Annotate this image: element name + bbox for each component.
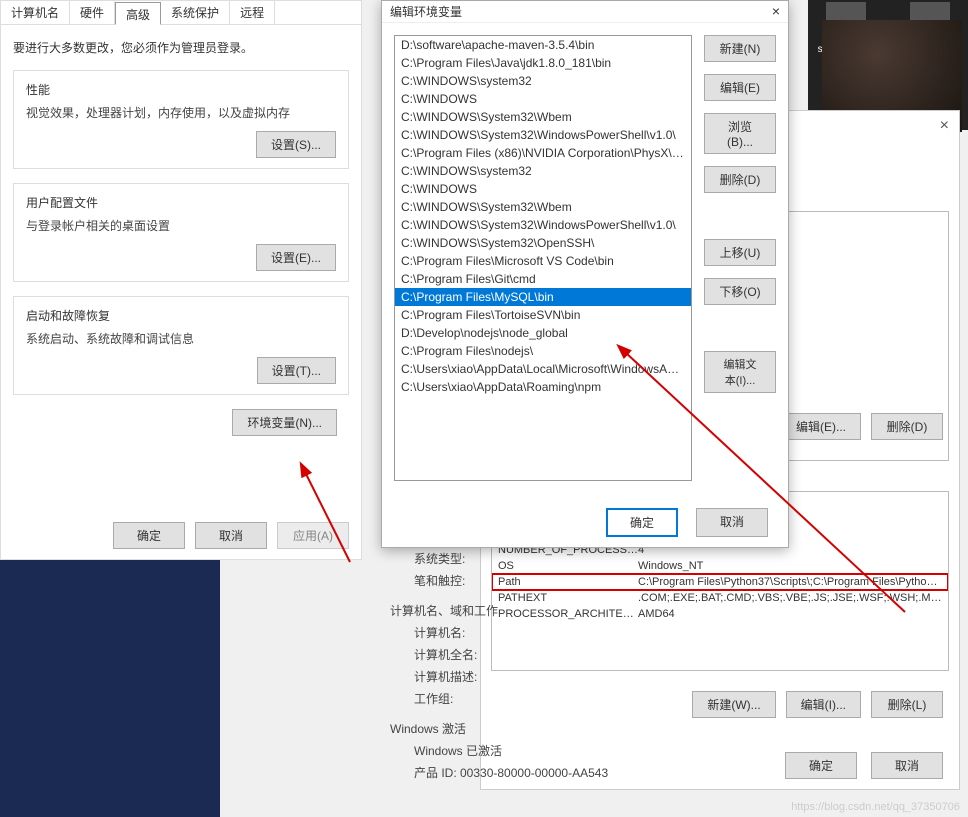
label: 工作组:: [414, 688, 486, 710]
path-item[interactable]: C:\Program Files (x86)\NVIDIA Corporatio…: [395, 144, 691, 162]
tab-bar: 计算机名 硬件 高级 系统保护 远程: [1, 1, 361, 25]
tab-system-protection[interactable]: 系统保护: [161, 1, 230, 24]
desktop-photo-left: [0, 560, 220, 817]
tab-advanced[interactable]: 高级: [115, 2, 161, 25]
watermark: https://blog.csdn.net/qq_37350706: [791, 801, 960, 813]
new-button[interactable]: 新建(W)...: [692, 691, 775, 718]
admin-hint: 要进行大多数更改，您必须作为管理员登录。: [13, 39, 349, 56]
browse-button[interactable]: 浏览(B)...: [704, 113, 776, 154]
startup-recovery-group: 启动和故障恢复 系统启动、系统故障和调试信息 设置(T)...: [13, 296, 349, 395]
edit-environment-variable-dialog: 编辑环境变量 × D:\software\apache-maven-3.5.4\…: [381, 0, 789, 548]
dialog-titlebar: 编辑环境变量 ×: [382, 1, 788, 23]
close-icon[interactable]: ×: [940, 117, 949, 135]
path-item[interactable]: C:\Program Files\Java\jdk1.8.0_181\bin: [395, 54, 691, 72]
path-item[interactable]: C:\Program Files\nodejs\: [395, 342, 691, 360]
path-item[interactable]: C:\WINDOWS\system32: [395, 162, 691, 180]
dialog-footer: 确定 取消: [785, 752, 943, 779]
ok-button[interactable]: 确定: [606, 508, 678, 537]
path-item[interactable]: C:\WINDOWS\System32\WindowsPowerShell\v1…: [395, 126, 691, 144]
system-var-buttons: 新建(W)... 编辑(I)... 删除(L): [692, 691, 943, 718]
apply-button[interactable]: 应用(A): [277, 522, 349, 549]
move-down-button[interactable]: 下移(O): [704, 278, 776, 305]
dialog-footer: 确定 取消: [606, 508, 768, 537]
path-item[interactable]: C:\WINDOWS\System32\Wbem: [395, 198, 691, 216]
ok-button[interactable]: 确定: [785, 752, 857, 779]
tab-remote[interactable]: 远程: [230, 1, 275, 24]
path-item[interactable]: C:\Program Files\Microsoft VS Code\bin: [395, 252, 691, 270]
group-title: 启动和故障恢复: [26, 307, 336, 324]
group-desc: 视觉效果，处理器计划，内存使用，以及虚拟内存: [26, 104, 336, 121]
group-title: 性能: [26, 81, 336, 98]
path-item[interactable]: D:\software\apache-maven-3.5.4\bin: [395, 36, 691, 54]
edit-text-button[interactable]: 编辑文本(I)...: [704, 351, 776, 393]
environment-variables-button[interactable]: 环境变量(N)...: [232, 409, 337, 436]
cancel-button[interactable]: 取消: [696, 508, 768, 537]
label: Windows 已激活: [414, 744, 502, 758]
tab-hardware[interactable]: 硬件: [70, 1, 115, 24]
delete-button[interactable]: 删除(L): [871, 691, 943, 718]
label: 笔和触控:: [414, 570, 486, 592]
label: 计算机全名:: [414, 644, 486, 666]
user-profiles-group: 用户配置文件 与登录帐户相关的桌面设置 设置(E)...: [13, 183, 349, 282]
label: 产品 ID: 00330-80000-00000-AA543: [414, 766, 608, 780]
section-title: 计算机名、域和工作: [390, 600, 608, 622]
edit-button[interactable]: 编辑(E): [704, 74, 776, 101]
delete-button[interactable]: 删除(D): [871, 413, 943, 440]
path-item[interactable]: C:\WINDOWS\System32\OpenSSH\: [395, 234, 691, 252]
edit-button[interactable]: 编辑(E)...: [781, 413, 861, 440]
path-item[interactable]: C:\Program Files\MySQL\bin: [395, 288, 691, 306]
path-item[interactable]: C:\Users\xiao\AppData\Roaming\npm: [395, 378, 691, 396]
cancel-button[interactable]: 取消: [871, 752, 943, 779]
close-icon[interactable]: ×: [772, 3, 780, 20]
path-item[interactable]: C:\WINDOWS: [395, 180, 691, 198]
label: 计算机名:: [414, 622, 486, 644]
label: 系统类型:: [414, 548, 486, 570]
path-item[interactable]: C:\WINDOWS\system32: [395, 72, 691, 90]
system-properties-dialog: 计算机名 硬件 高级 系统保护 远程 要进行大多数更改，您必须作为管理员登录。 …: [0, 0, 362, 560]
move-up-button[interactable]: 上移(U): [704, 239, 776, 266]
path-item[interactable]: C:\Users\xiao\AppData\Local\Microsoft\Wi…: [395, 360, 691, 378]
settings-button[interactable]: 设置(T)...: [257, 357, 336, 384]
path-item[interactable]: C:\WINDOWS: [395, 90, 691, 108]
cancel-button[interactable]: 取消: [195, 522, 267, 549]
path-item[interactable]: D:\Develop\nodejs\node_global: [395, 324, 691, 342]
dialog-footer: 确定 取消 应用(A): [113, 522, 349, 549]
edit-button[interactable]: 编辑(I)...: [786, 691, 861, 718]
label: 计算机描述:: [414, 666, 486, 688]
delete-button[interactable]: 删除(D): [704, 166, 776, 193]
group-desc: 系统启动、系统故障和调试信息: [26, 330, 336, 347]
new-button[interactable]: 新建(N): [704, 35, 776, 62]
path-item[interactable]: C:\Program Files\TortoiseSVN\bin: [395, 306, 691, 324]
group-desc: 与登录帐户相关的桌面设置: [26, 217, 336, 234]
dialog-title: 编辑环境变量: [390, 3, 462, 20]
group-title: 用户配置文件: [26, 194, 336, 211]
path-list[interactable]: D:\software\apache-maven-3.5.4\binC:\Pro…: [394, 35, 692, 481]
side-buttons: 新建(N) 编辑(E) 浏览(B)... 删除(D) 上移(U) 下移(O) 编…: [704, 35, 776, 481]
settings-button[interactable]: 设置(S)...: [256, 131, 336, 158]
tab-computer-name[interactable]: 计算机名: [1, 1, 70, 24]
section-title: Windows 激活: [390, 718, 608, 740]
path-item[interactable]: C:\WINDOWS\System32\WindowsPowerShell\v1…: [395, 216, 691, 234]
system-info-panel: 系统类型: 笔和触控: 计算机名、域和工作 计算机名: 计算机全名: 计算机描述…: [390, 548, 608, 784]
settings-button[interactable]: 设置(E)...: [256, 244, 336, 271]
path-item[interactable]: C:\WINDOWS\System32\Wbem: [395, 108, 691, 126]
ok-button[interactable]: 确定: [113, 522, 185, 549]
path-item[interactable]: C:\Program Files\Git\cmd: [395, 270, 691, 288]
performance-group: 性能 视觉效果，处理器计划，内存使用，以及虚拟内存 设置(S)...: [13, 70, 349, 169]
